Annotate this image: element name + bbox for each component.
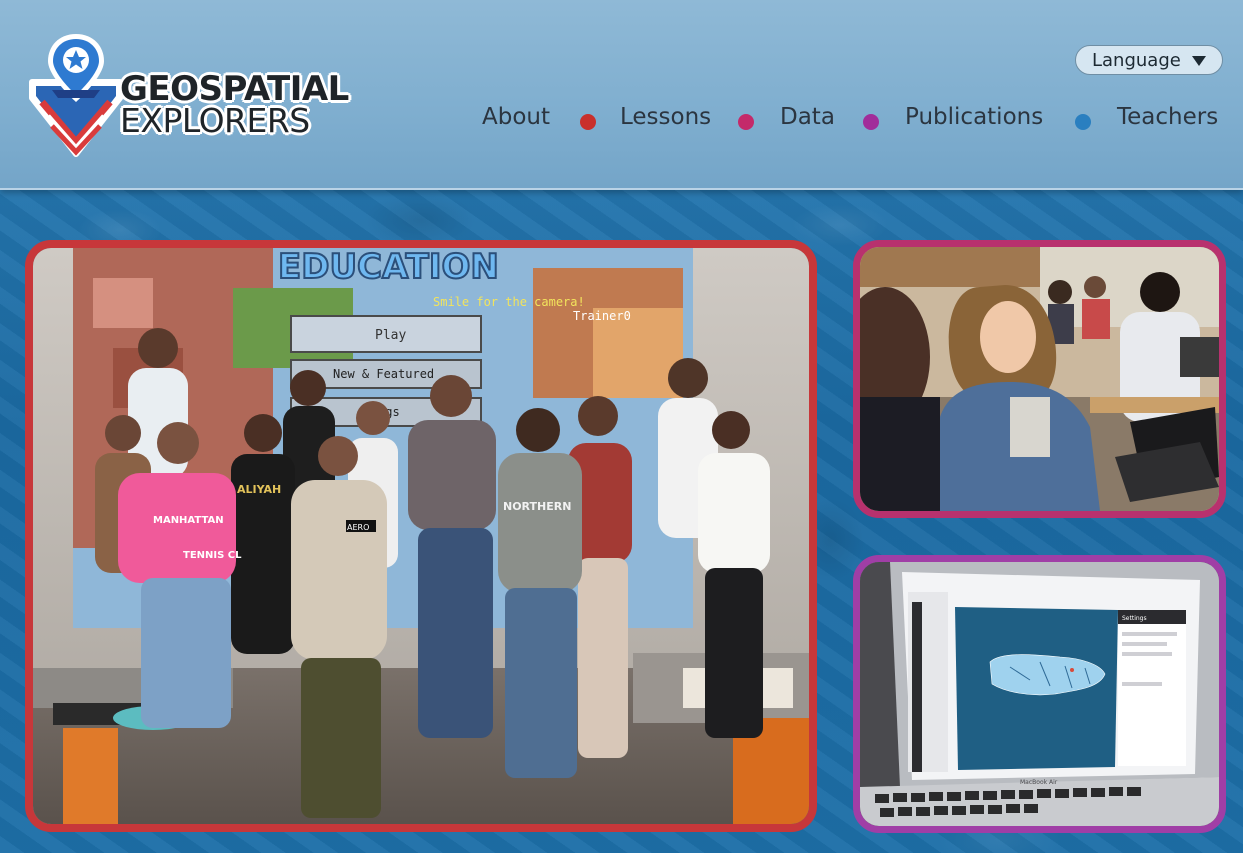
laptop-brand: MacBook Air xyxy=(1020,779,1058,786)
group-photo: EDUCATION Smile for the camera! Trainer0… xyxy=(25,240,817,832)
shirt-text: MANHATTAN xyxy=(153,515,224,526)
site-header: GEOSPATIAL EXPLORERS Language About Less… xyxy=(0,0,1243,190)
laptop-map-photo: Settings MacBook Air xyxy=(853,555,1226,833)
nav-item-teachers[interactable]: Teachers xyxy=(1117,104,1218,130)
shirt-text-2: TENNIS CL xyxy=(183,550,242,561)
screen-user: Trainer0 xyxy=(573,309,631,323)
classroom-photo xyxy=(853,240,1226,518)
hoodie-text: NORTHERN xyxy=(503,500,571,513)
map-pin-logo-icon xyxy=(29,34,123,157)
screen-title: EDUCATION xyxy=(278,248,499,287)
language-dropdown[interactable]: Language xyxy=(1075,45,1223,75)
tag-text: AERO xyxy=(347,523,369,532)
screen-subtitle: Smile for the camera! xyxy=(433,295,585,309)
tee-text: ALIYAH xyxy=(237,483,281,496)
caret-down-icon xyxy=(1192,56,1206,66)
site-logo[interactable]: GEOSPATIAL EXPLORERS xyxy=(26,32,366,157)
language-label: Language xyxy=(1092,50,1181,71)
group-photo-image: EDUCATION Smile for the camera! Trainer0… xyxy=(33,248,809,824)
nav-item-data[interactable]: Data xyxy=(780,104,835,130)
screen-featured: New & Featured xyxy=(333,367,434,381)
nav-item-about[interactable]: About xyxy=(482,104,550,130)
nav-item-publications[interactable]: Publications xyxy=(905,104,1043,130)
nav-separator-dot-icon xyxy=(863,114,879,130)
laptop-map-photo-image: Settings MacBook Air xyxy=(860,562,1219,826)
nav-separator-dot-icon xyxy=(738,114,754,130)
nav-separator-dot-icon xyxy=(580,114,596,130)
logo-wordmark: GEOSPATIAL EXPLORERS xyxy=(120,72,349,137)
classroom-photo-image xyxy=(860,247,1219,511)
laptop-sidebar-title: Settings xyxy=(1122,615,1147,622)
nav-item-lessons[interactable]: Lessons xyxy=(620,104,711,130)
nav-separator-dot-icon xyxy=(1075,114,1091,130)
screen-play: Play xyxy=(375,328,406,343)
